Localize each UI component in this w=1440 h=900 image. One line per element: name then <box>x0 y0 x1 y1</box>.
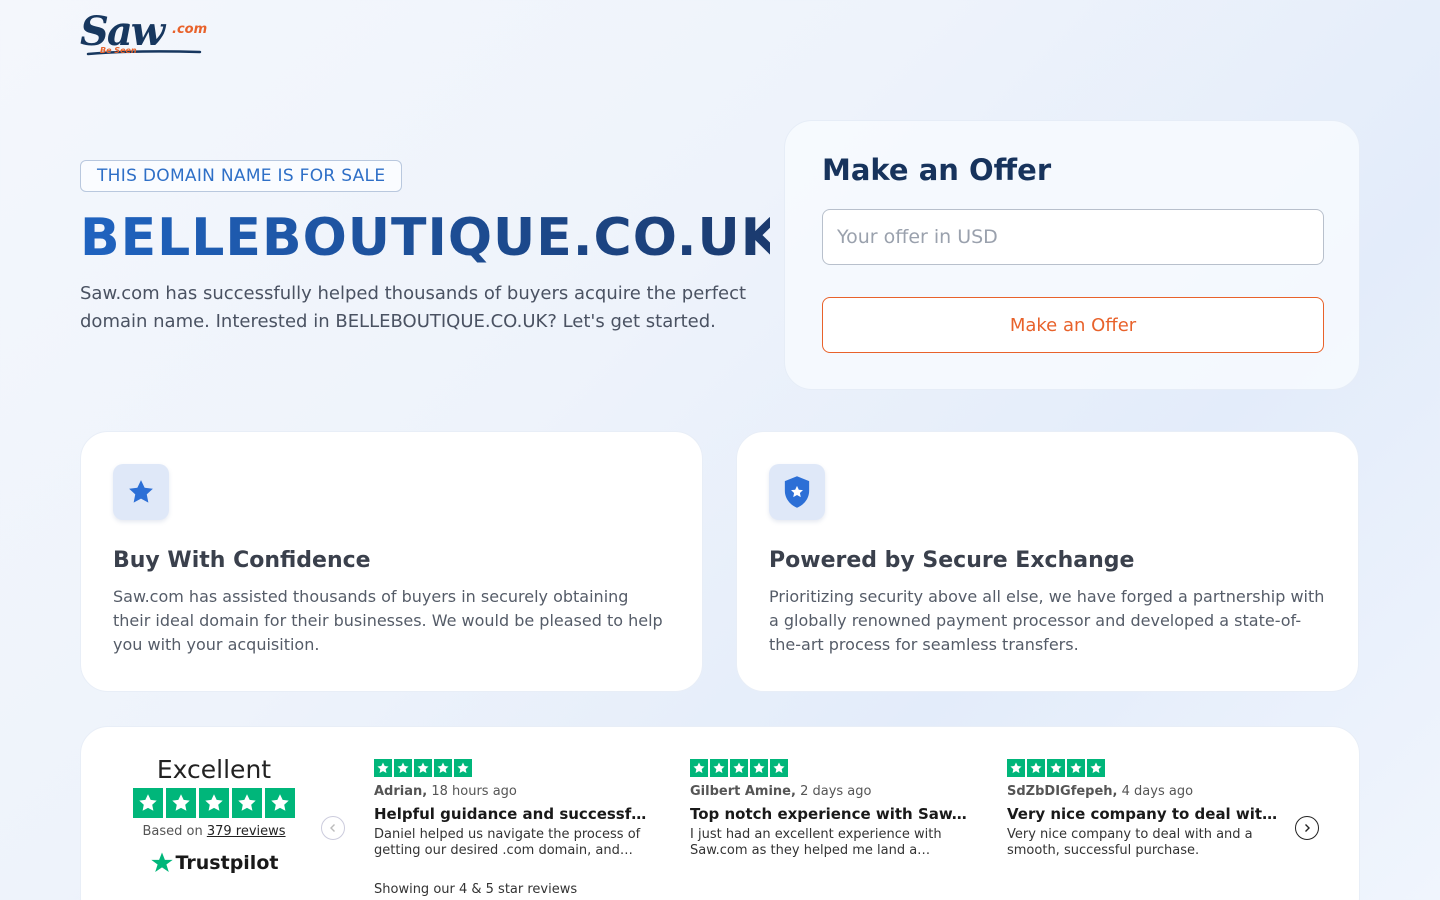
next-review-button[interactable] <box>1295 816 1319 840</box>
star-icon <box>454 759 472 777</box>
star-icon <box>750 759 768 777</box>
review-time: 18 hours ago <box>431 784 517 799</box>
review-meta: SdZbDIGfepeh, 4 days ago <box>1007 784 1287 799</box>
review-body: Daniel helped us navigate the process of… <box>374 827 641 858</box>
star-icon <box>133 788 163 818</box>
feature-description: Saw.com has assisted thousands of buyers… <box>113 587 663 654</box>
review-card[interactable]: Adrian, 18 hours ago Helpful guidance an… <box>374 759 654 859</box>
trustpilot-star-icon <box>150 852 173 872</box>
review-stars <box>1007 759 1287 777</box>
make-offer-card: Make an Offer Make an Offer <box>784 120 1360 390</box>
feature-description: Prioritizing security above all else, we… <box>769 587 1325 654</box>
star-icon <box>394 759 412 777</box>
logo-tld: .com <box>172 22 208 37</box>
hero-description: Saw.com has successfully helped thousand… <box>80 283 747 332</box>
showing-reviews-note: Showing our 4 & 5 star reviews <box>374 882 578 897</box>
based-on-label: Based on <box>142 824 203 839</box>
reviews-count-link[interactable]: 379 reviews <box>207 824 286 839</box>
star-icon <box>374 759 392 777</box>
review-body: Very nice company to deal with and a smo… <box>1007 827 1253 858</box>
review-meta: Adrian, 18 hours ago <box>374 784 654 799</box>
shield-icon <box>769 464 825 520</box>
feature-title: Powered by Secure Exchange <box>769 548 1135 573</box>
review-card[interactable]: Gilbert Amine, 2 days ago Top notch expe… <box>690 759 970 859</box>
rating-stars <box>133 788 295 818</box>
feature-card-confidence: Buy With Confidence Saw.com has assisted… <box>80 431 703 692</box>
trustpilot-logo[interactable]: Trustpilot <box>133 851 295 875</box>
feature-title: Buy With Confidence <box>113 548 371 573</box>
offer-title: Make an Offer <box>822 153 1052 187</box>
star-icon <box>232 788 262 818</box>
star-icon <box>113 464 169 520</box>
saw-logo[interactable]: Saw .com Be Seen <box>80 8 207 58</box>
review-stars <box>690 759 970 777</box>
domain-name-heading: BELLEBOUTIQUE.CO.UK <box>80 208 783 268</box>
feature-card-secure-exchange: Powered by Secure Exchange Prioritizing … <box>736 431 1359 692</box>
star-icon <box>199 788 229 818</box>
star-icon <box>1067 759 1085 777</box>
based-on-text: Based on 379 reviews <box>133 824 295 839</box>
star-icon <box>1047 759 1065 777</box>
star-icon <box>710 759 728 777</box>
make-offer-button[interactable]: Make an Offer <box>822 297 1324 353</box>
star-icon <box>1007 759 1025 777</box>
star-icon <box>1027 759 1045 777</box>
review-author: Gilbert Amine, <box>690 784 796 799</box>
review-time: 4 days ago <box>1121 784 1194 799</box>
offer-amount-input[interactable] <box>822 209 1324 265</box>
review-stars <box>374 759 654 777</box>
star-icon <box>690 759 708 777</box>
rating-word: Excellent <box>156 755 272 784</box>
star-icon <box>1087 759 1105 777</box>
trustpilot-reviews-widget: Excellent Based on 379 reviews Trustpilo… <box>80 726 1360 900</box>
review-author: SdZbDIGfepeh, <box>1007 784 1118 799</box>
review-title: Helpful guidance and successful domain p… <box>374 805 654 823</box>
star-icon <box>166 788 196 818</box>
review-body: I just had an excellent experience with … <box>690 827 942 858</box>
previous-review-button[interactable] <box>321 816 345 840</box>
review-title: Very nice company to deal with and a smo… <box>1007 805 1287 823</box>
hero-section: THIS DOMAIN NAME IS FOR SALE BELLEBOUTIQ… <box>80 160 783 336</box>
star-icon <box>434 759 452 777</box>
review-author: Adrian, <box>374 784 428 799</box>
star-icon <box>770 759 788 777</box>
logo-tagline: Be Seen <box>100 46 137 55</box>
star-icon <box>414 759 432 777</box>
review-meta: Gilbert Amine, 2 days ago <box>690 784 970 799</box>
review-title: Top notch experience with Saw.com <box>690 805 970 823</box>
review-card[interactable]: SdZbDIGfepeh, 4 days ago Very nice compa… <box>1007 759 1287 859</box>
star-icon <box>265 788 295 818</box>
trustpilot-summary: Excellent Based on 379 reviews Trustpilo… <box>133 755 295 875</box>
chevron-left-icon <box>330 824 335 832</box>
chevron-right-icon <box>1305 824 1310 832</box>
for-sale-badge: THIS DOMAIN NAME IS FOR SALE <box>80 160 403 192</box>
trustpilot-logo-text: Trustpilot <box>175 852 279 874</box>
star-icon <box>730 759 748 777</box>
review-time: 2 days ago <box>800 784 872 799</box>
